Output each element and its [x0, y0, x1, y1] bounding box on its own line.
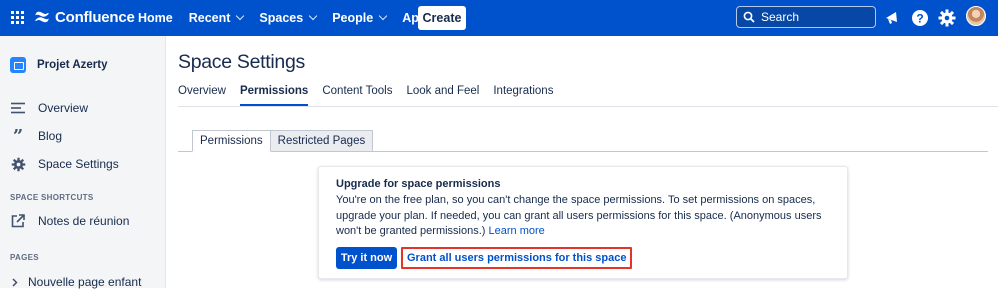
tab-permissions[interactable]: Permissions	[239, 85, 309, 106]
nav-people-label: People	[332, 11, 374, 25]
notifications-megaphone-icon[interactable]	[882, 8, 902, 28]
space-sidebar: Projet Azerty Overview ” Blog Space Sett…	[0, 36, 166, 289]
nav-recent-label: Recent	[188, 11, 231, 25]
sidebar-item-label: Blog	[38, 129, 63, 143]
app-name: Confluence	[55, 8, 135, 26]
gear-icon	[10, 156, 26, 172]
subtab-restricted-pages[interactable]: Restricted Pages	[270, 130, 374, 152]
learn-more-link[interactable]: Learn more	[489, 225, 545, 237]
page-title: Space Settings	[178, 51, 305, 73]
sidebar-item-overview[interactable]: Overview	[10, 100, 88, 116]
page-tree-label: Nouvelle page enfant	[28, 275, 142, 289]
tab-look-and-feel[interactable]: Look and Feel	[406, 85, 479, 106]
nav-people[interactable]: People	[332, 11, 388, 25]
help-icon[interactable]: ?	[910, 8, 930, 28]
shortcut-notes-de-reunion[interactable]: Notes de réunion	[10, 213, 129, 229]
sidebar-item-label: Overview	[38, 101, 89, 115]
external-link-icon	[10, 213, 26, 229]
sidebar-item-space-settings[interactable]: Space Settings	[10, 156, 119, 172]
pages-heading: PAGES	[10, 253, 39, 262]
quote-icon: ”	[12, 125, 24, 147]
tab-integrations[interactable]: Integrations	[493, 85, 553, 106]
create-button[interactable]: Create	[418, 6, 466, 30]
chevron-down-icon	[308, 11, 318, 21]
nav-home-label: Home	[138, 11, 173, 25]
confluence-logo-icon	[35, 11, 49, 23]
sidebar-item-label: Space Settings	[38, 157, 119, 171]
space-logo-icon	[10, 57, 26, 73]
top-navigation-bar: Confluence Home Recent Spaces People App…	[0, 0, 998, 36]
nav-home[interactable]: Home	[138, 11, 173, 25]
card-title: Upgrade for space permissions	[336, 178, 501, 190]
upgrade-card: Upgrade for space permissions You're on …	[318, 166, 848, 279]
grant-all-users-permissions-button[interactable]: Grant all users permissions for this spa…	[401, 247, 633, 269]
card-body-text: You're on the free plan, so you can't ch…	[336, 194, 822, 237]
nav-spaces-label: Spaces	[259, 11, 304, 25]
chevron-down-icon	[378, 11, 388, 21]
svg-text:?: ?	[916, 12, 923, 26]
tab-overview[interactable]: Overview	[178, 85, 226, 106]
main-nav: Home Recent Spaces People Apps	[130, 0, 454, 36]
app-switcher-icon[interactable]	[11, 11, 24, 24]
confluence-logo[interactable]: Confluence	[33, 8, 135, 26]
chevron-down-icon	[236, 11, 245, 21]
search-icon	[743, 11, 755, 23]
space-header[interactable]: Projet Azerty	[10, 57, 108, 73]
search-input[interactable]: Search	[736, 6, 876, 28]
permission-subtabs: Permissions Restricted Pages	[192, 130, 374, 152]
tabs-divider	[178, 106, 998, 107]
nav-spaces[interactable]: Spaces	[259, 11, 318, 25]
space-shortcuts-heading: SPACE SHORTCUTS	[10, 193, 94, 202]
settings-tabs: Overview Permissions Content Tools Look …	[178, 85, 567, 106]
user-avatar[interactable]	[966, 6, 986, 26]
search-placeholder: Search	[761, 10, 800, 24]
settings-gear-icon[interactable]	[937, 8, 957, 28]
sidebar-item-blog[interactable]: ” Blog	[10, 125, 63, 147]
space-name: Projet Azerty	[37, 59, 108, 71]
tab-content-tools[interactable]: Content Tools	[322, 85, 392, 106]
overview-icon	[10, 100, 26, 116]
card-body: You're on the free plan, so you can't ch…	[336, 193, 838, 240]
nav-recent[interactable]: Recent	[188, 11, 245, 25]
subtab-permissions[interactable]: Permissions	[192, 130, 271, 152]
shortcut-label: Notes de réunion	[38, 214, 130, 228]
try-it-now-button[interactable]: Try it now	[336, 247, 397, 269]
